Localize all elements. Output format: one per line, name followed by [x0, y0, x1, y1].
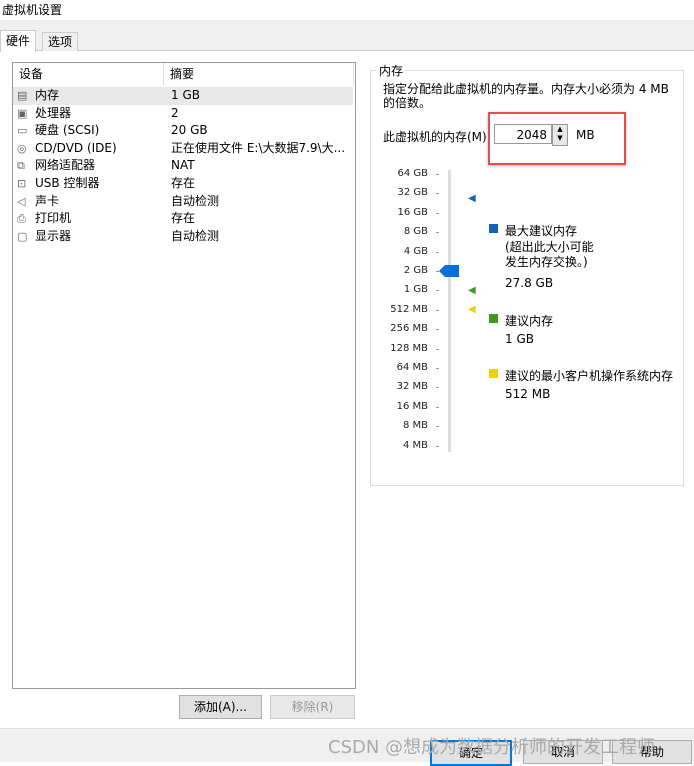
device-row[interactable]: ▢ 显示器 自动检测 — [13, 228, 353, 246]
device-name: 打印机 — [35, 211, 72, 226]
cd-icon: ◎ — [17, 141, 27, 155]
tab-options[interactable]: 选项 — [42, 32, 79, 51]
scale-tick-mark — [436, 232, 439, 234]
scale-tick-label: 2 GB — [403, 265, 428, 276]
device-name: USB 控制器 — [35, 176, 100, 190]
legend-swatch-recommended — [489, 314, 498, 323]
tab-hardware[interactable]: 硬件 — [0, 30, 37, 52]
scale-tick-label: 8 MB — [402, 420, 428, 432]
device-summary: 正在使用文件 E:\大数据7.9\大... — [171, 140, 346, 155]
device-summary: 自动检测 — [171, 193, 220, 208]
legend-max-value: 27.8 GB — [505, 276, 554, 290]
device-row[interactable]: ▣ 处理器 2 — [13, 105, 353, 123]
speaker-icon: ◁ — [17, 194, 26, 208]
device-row[interactable]: ◎ CD/DVD (IDE) 正在使用文件 E:\大数据7.9\大... — [13, 140, 353, 158]
memory-field-label: 此虚拟机的内存(M): — [383, 130, 491, 144]
legend-recommended-value: 1 GB — [505, 332, 534, 346]
scale-tick-mark — [436, 309, 439, 311]
remove-button[interactable]: 移除(R) — [270, 695, 355, 719]
scale-tick-label: 1 GB — [403, 284, 428, 296]
device-list: 设备 摘要 ▤ 内存 1 GB ▣ 处理器 2 ▭ 硬盘 (SCSI) 20 GB ◎ CD/DVD… — [12, 62, 356, 689]
device-name: CD/DVD (IDE) — [35, 140, 117, 155]
memory-scale: 64 GB 32 GB 16 GB 8 GB 4 GB 2 GB 1 GB 512 MB 256… — [366, 168, 439, 458]
scale-tick-label: 4 MB — [402, 439, 428, 451]
scale-tick-label: 16 MB — [396, 400, 428, 412]
scale-tick-label: 32 GB — [397, 187, 428, 199]
scale-tick-mark — [436, 445, 439, 447]
scale-tick-mark — [436, 348, 439, 350]
window-title: 虚拟机设置 — [2, 3, 63, 17]
column-header-device[interactable]: 设备 — [13, 63, 164, 85]
device-name: 显示器 — [35, 228, 72, 243]
device-name: 处理器 — [35, 105, 72, 120]
device-name: 网络适配器 — [35, 158, 96, 173]
disk-icon: ▭ — [17, 124, 28, 138]
printer-icon: ⎙ — [17, 212, 26, 226]
scale-tick-mark — [436, 212, 439, 214]
scale-tick-label: 16 GB — [397, 206, 428, 218]
usb-icon: ⊡ — [17, 177, 27, 190]
scale-tick-label: 64 MB — [396, 362, 428, 373]
device-row[interactable]: ⎙ 打印机 存在 — [13, 210, 353, 228]
scale-tick-label: 256 MB — [390, 323, 428, 335]
scale-tick-label: 8 GB — [403, 226, 428, 238]
device-row[interactable]: ▭ 硬盘 (SCSI) 20 GB — [13, 122, 353, 140]
legend-max-label: 最大建议内存 — [505, 224, 578, 238]
legend-min-value: 512 MB — [505, 387, 551, 401]
device-name: 硬盘 (SCSI) — [35, 123, 100, 138]
device-name: 声卡 — [35, 193, 60, 208]
legend-min-label: 建议的最小客户机操作系统内存 — [505, 369, 674, 383]
memory-icon: ▤ — [17, 89, 28, 102]
highlight-box — [488, 112, 626, 165]
watermark: CSDN @想成为数据分析师的开发工程师 — [328, 737, 656, 758]
min-guest-marker-icon: ◀ — [468, 304, 476, 315]
legend-max-note: (超出此大小可能 发生内存交换。) — [505, 240, 594, 269]
device-name: 内存 — [35, 88, 60, 102]
memory-description: 指定分配给此虚拟机的内存量。内存大小必须为 4 MB 的倍数。 — [383, 82, 669, 110]
scale-tick-mark — [436, 290, 439, 292]
monitor-icon: ▢ — [17, 229, 28, 243]
scale-tick-mark — [436, 426, 439, 428]
scale-tick-mark — [436, 251, 439, 253]
scale-tick-mark — [436, 329, 439, 331]
scale-tick-mark — [436, 387, 439, 389]
max-recommended-marker-icon: ◀ — [468, 193, 476, 204]
device-summary: 存在 — [171, 176, 196, 190]
device-row[interactable]: ⧉ 网络适配器 NAT — [13, 157, 353, 175]
device-summary: 1 GB — [171, 88, 200, 102]
cpu-icon: ▣ — [17, 106, 28, 120]
scale-tick-label: 128 MB — [390, 342, 428, 354]
column-header-summary[interactable]: 摘要 — [164, 63, 354, 85]
recommended-marker-icon: ◀ — [468, 285, 476, 296]
scale-tick-label: 64 GB — [397, 168, 428, 179]
device-row[interactable]: ⊡ USB 控制器 存在 — [13, 175, 353, 193]
legend-swatch-max — [489, 224, 498, 233]
device-row[interactable]: ◁ 声卡 自动检测 — [13, 193, 353, 211]
memory-slider-track[interactable] — [448, 170, 451, 452]
legend-swatch-min — [489, 369, 498, 378]
scale-tick-label: 512 MB — [390, 303, 428, 315]
device-summary: 20 GB — [171, 123, 208, 138]
scale-tick-mark — [436, 406, 439, 408]
add-button[interactable]: 添加(A)... — [179, 695, 262, 719]
scale-tick-mark — [436, 174, 439, 175]
device-summary: NAT — [171, 158, 195, 173]
scale-tick-mark — [436, 271, 439, 272]
device-summary: 存在 — [171, 211, 196, 226]
scale-tick-mark — [436, 368, 439, 369]
memory-group-label: 内存 — [376, 62, 407, 79]
device-summary: 2 — [171, 105, 179, 120]
scale-tick-label: 4 GB — [403, 245, 428, 257]
network-icon: ⧉ — [17, 159, 25, 173]
scale-tick-mark — [436, 193, 439, 195]
device-summary: 自动检测 — [171, 228, 220, 243]
tab-strip — [0, 20, 694, 50]
scale-tick-label: 32 MB — [396, 381, 428, 393]
legend-recommended-label: 建议内存 — [505, 314, 554, 328]
device-row[interactable]: ▤ 内存 1 GB — [13, 87, 353, 105]
